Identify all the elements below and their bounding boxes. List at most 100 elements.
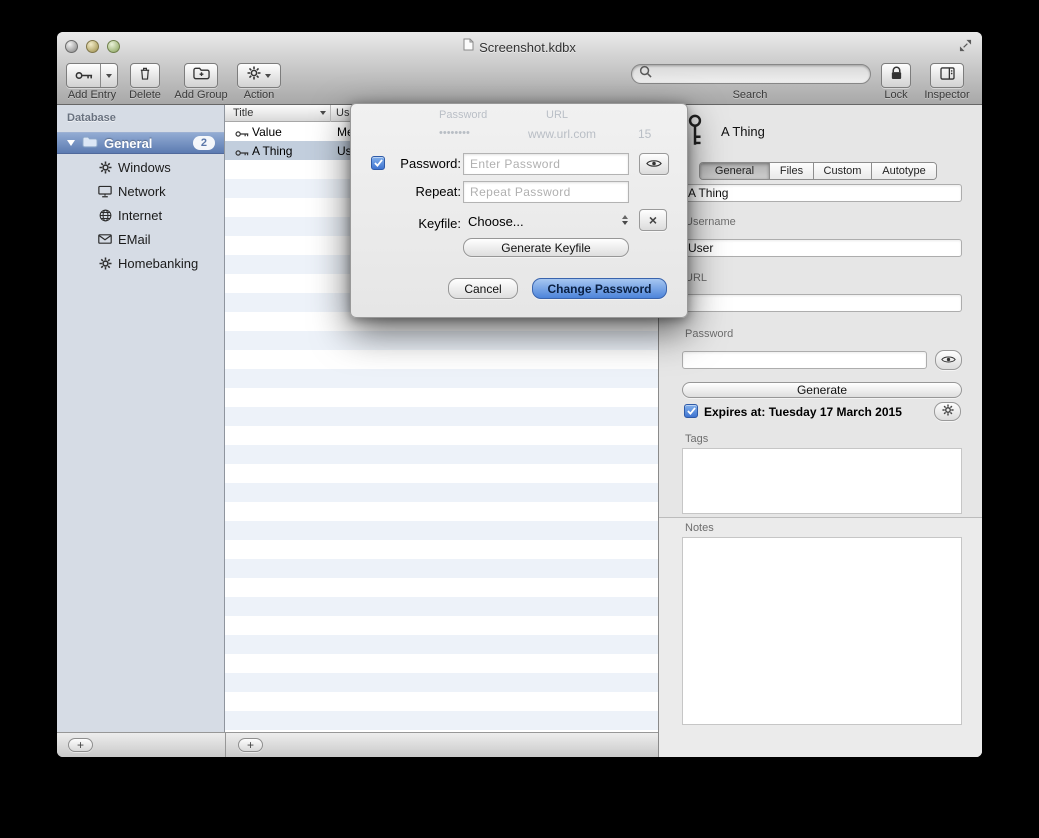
column-header-username[interactable]: Us (336, 107, 349, 119)
keyfile-dropdown-value: Choose... (468, 214, 524, 229)
monitor-icon (97, 185, 113, 198)
expires-label: Expires at: Tuesday 17 March 2015 (704, 405, 902, 419)
title-field[interactable] (682, 184, 962, 202)
window-title-area: Screenshot.kdbx (57, 38, 982, 56)
column-header-title[interactable]: Title (233, 107, 253, 119)
key-icon (687, 114, 703, 151)
change-password-button[interactable]: Change Password (532, 278, 667, 299)
reveal-new-password-button[interactable] (639, 153, 669, 175)
ghost-modified-value: 15 (638, 127, 651, 141)
sort-indicator-icon (320, 111, 326, 115)
inspector-entry-title: A Thing (721, 124, 765, 139)
folder-icon (82, 136, 98, 151)
username-field[interactable] (682, 239, 962, 257)
action-button[interactable] (237, 63, 281, 88)
ghost-password-dots: •••••••• (439, 127, 470, 139)
eye-icon (941, 351, 956, 369)
group-count-badge: 2 (193, 136, 215, 150)
sidebar-item-windows[interactable]: Windows (57, 155, 224, 179)
gear-icon (942, 403, 954, 421)
new-password-input[interactable] (463, 153, 629, 175)
sidebar-group-general[interactable]: General 2 (57, 132, 224, 154)
ghost-url-column-header: URL (546, 109, 568, 121)
password-label: Password (685, 328, 733, 340)
envelope-icon (97, 234, 113, 244)
document-icon (463, 38, 474, 56)
sidebar-item-label: Internet (118, 208, 162, 223)
url-label: URL (685, 272, 707, 284)
stepper-arrows-icon[interactable] (622, 215, 628, 225)
add-entry-dropdown[interactable] (101, 64, 117, 87)
expires-settings-button[interactable] (934, 402, 961, 421)
delete-button[interactable] (130, 63, 160, 88)
action-label: Action (219, 89, 299, 101)
sidebar-item-label: EMail (118, 232, 151, 247)
add-entry-button[interactable] (66, 63, 118, 88)
url-field[interactable] (682, 294, 962, 312)
clear-keyfile-button[interactable]: × (639, 209, 667, 231)
sidebar-item-email[interactable]: EMail (57, 227, 224, 251)
repeat-password-input[interactable] (463, 181, 629, 203)
keyfile-dropdown[interactable]: Choose... (468, 214, 628, 229)
username-label: Username (685, 216, 736, 228)
entry-title: Value (252, 125, 282, 139)
add-group-button[interactable] (184, 63, 218, 88)
bottom-bar-divider (225, 733, 226, 757)
sidebar-group-label: General (104, 136, 152, 151)
dialog-keyfile-label: Keyfile: (389, 216, 461, 231)
sidebar-item-network[interactable]: Network (57, 179, 224, 203)
sidebar-item-homebanking[interactable]: Homebanking (57, 251, 224, 275)
app-window: Screenshot.kdbx Add Entry Delete (57, 32, 982, 757)
sidebar-item-label: Network (118, 184, 166, 199)
window-chrome: Screenshot.kdbx Add Entry Delete (57, 32, 982, 105)
search-input[interactable] (652, 67, 870, 81)
desktop-background: Screenshot.kdbx Add Entry Delete (0, 0, 1039, 838)
gear-icon (97, 257, 113, 270)
add-entry-plus-button[interactable]: + (238, 738, 263, 752)
tab-autotype[interactable]: Autotype (872, 163, 936, 179)
tab-general[interactable]: General (700, 163, 770, 179)
reveal-password-button[interactable] (935, 350, 962, 370)
add-group-plus-button[interactable]: + (68, 738, 93, 752)
inspector-button[interactable] (930, 63, 964, 88)
notes-field[interactable] (682, 537, 962, 725)
change-password-dialog: Password URL •••••••• www.url.com 15 Pas… (350, 103, 688, 318)
fullscreen-icon[interactable] (959, 39, 972, 57)
column-divider[interactable] (330, 105, 331, 122)
enable-password-checkbox[interactable] (371, 156, 385, 170)
notes-label: Notes (685, 522, 714, 534)
ghost-password-column-header: Password (439, 109, 487, 121)
folder-plus-icon (193, 67, 210, 85)
chevron-up-icon (622, 215, 628, 219)
inspector-label: Inspector (907, 89, 982, 101)
sidebar-item-internet[interactable]: Internet (57, 203, 224, 227)
cancel-button[interactable]: Cancel (448, 278, 518, 299)
chevron-down-icon (622, 221, 628, 225)
sidebar-header: Database (67, 112, 116, 124)
tags-label: Tags (685, 433, 708, 445)
gear-icon (97, 161, 113, 174)
tags-field[interactable] (682, 448, 962, 514)
chevron-down-icon (106, 74, 112, 78)
tab-files[interactable]: Files (770, 163, 814, 179)
sidebar-item-label: Windows (118, 160, 171, 175)
tab-custom[interactable]: Custom (814, 163, 872, 179)
inspector-tabs: General Files Custom Autotype (699, 162, 937, 180)
search-label: Search (710, 89, 790, 101)
generate-keyfile-button[interactable]: Generate Keyfile (463, 238, 629, 257)
lock-icon (890, 66, 903, 85)
expires-checkbox[interactable] (684, 404, 698, 418)
gear-icon (247, 66, 261, 85)
eye-icon (646, 155, 662, 173)
lock-button[interactable] (881, 63, 911, 88)
dialog-repeat-label: Repeat: (389, 184, 461, 199)
key-icon (235, 146, 249, 160)
disclosure-triangle-icon[interactable] (67, 140, 75, 146)
password-field[interactable] (682, 351, 927, 369)
generate-password-button[interactable]: Generate (682, 382, 962, 398)
search-field[interactable] (631, 64, 871, 84)
close-x-icon: × (649, 213, 657, 227)
chevron-down-icon (265, 74, 271, 78)
ghost-url-value: www.url.com (528, 127, 596, 141)
window-title: Screenshot.kdbx (479, 40, 576, 55)
